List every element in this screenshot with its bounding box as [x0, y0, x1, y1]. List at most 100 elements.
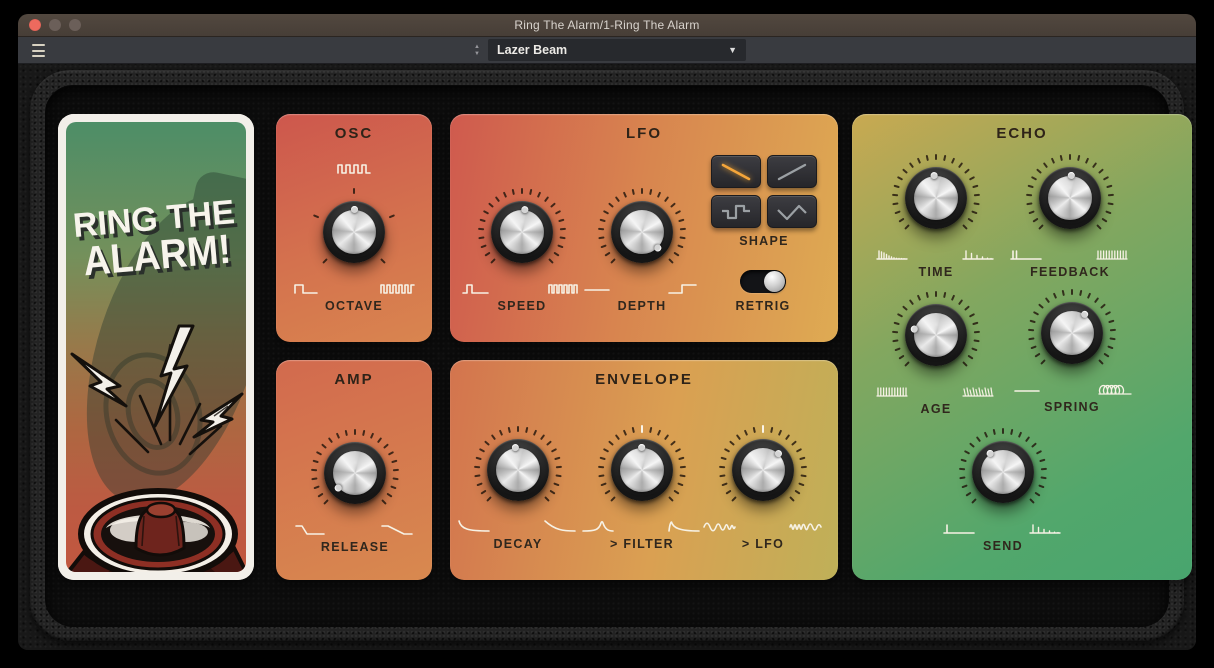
pulse-single-icon [461, 280, 497, 296]
triangle-icon[interactable] [767, 195, 817, 228]
flat-line-icon [581, 280, 617, 296]
envelope-panel: ENVELOPE DECAY > FILTER > LFO [450, 360, 838, 580]
shape-button-group [711, 155, 817, 228]
saw-up-icon[interactable] [767, 155, 817, 188]
release-knob-unit: RELEASE [290, 427, 420, 554]
ramp-peak-icon [581, 518, 617, 534]
minimize-button[interactable] [49, 19, 61, 31]
square-wave-dense-icon [379, 280, 415, 296]
amp-title: AMP [334, 371, 374, 388]
comb-even-icon [1095, 246, 1131, 262]
lfo-amount-label: > LFO [741, 537, 785, 551]
knob-indicator-dot [1067, 171, 1075, 180]
lfo-amount-knob[interactable] [732, 439, 794, 501]
preset-prev-button[interactable]: ▲ [474, 44, 480, 50]
knob-indicator-dot [909, 325, 919, 334]
send-label: SEND [983, 539, 1023, 553]
knob-indicator-dot [333, 483, 344, 494]
release-fast-icon [294, 521, 330, 537]
knob-indicator-dot [1079, 309, 1090, 319]
window-title: Ring The Alarm/1-Ring The Alarm [514, 18, 700, 32]
traffic-lights [29, 14, 81, 36]
preset-selector[interactable]: Lazer Beam ▼ [488, 39, 746, 61]
knob-indicator-dot [520, 205, 529, 214]
depth-knob-unit: DEPTH [577, 186, 707, 313]
decay-label: DECAY [493, 537, 543, 551]
speed-label: SPEED [497, 299, 547, 313]
ticks-decay-sparse-icon [961, 246, 997, 262]
knob-indicator-dot [653, 242, 664, 253]
depth-label: DEPTH [617, 299, 667, 313]
decay-knob[interactable] [487, 439, 549, 501]
zoom-button[interactable] [69, 19, 81, 31]
tick-one-icon [942, 520, 978, 536]
release-slow-icon [380, 521, 416, 537]
decay-slow-icon [543, 518, 579, 534]
echo-panel: ECHO TIME FEEDBACK AGE SPRING SEND [852, 114, 1192, 580]
knob-indicator-dot [984, 448, 995, 459]
toggle-thumb [764, 271, 785, 292]
close-button[interactable] [29, 19, 41, 31]
lfo-title: LFO [626, 125, 662, 142]
retrig-toggle[interactable] [740, 270, 786, 293]
square-wave-icon [336, 160, 372, 176]
spring-knob-unit: SPRING [1007, 287, 1137, 414]
filter-amount-label: > FILTER [610, 537, 674, 551]
square-icon[interactable] [711, 195, 761, 228]
wave-accel-icon [702, 518, 738, 534]
release-knob[interactable] [324, 442, 386, 504]
knob-indicator-dot [510, 443, 519, 452]
spring-knob[interactable] [1041, 302, 1103, 364]
feedback-knob[interactable] [1039, 167, 1101, 229]
comb-rough-icon [961, 383, 997, 399]
ticks-decay-sparse-icon [1028, 520, 1064, 536]
envelope-title: ENVELOPE [595, 371, 693, 388]
saw-down-icon[interactable] [711, 155, 761, 188]
knob-indicator-dot [773, 448, 783, 459]
send-knob-unit: SEND [938, 426, 1068, 553]
toolbar: ▲ ▼ Lazer Beam ▼ [18, 37, 1196, 64]
speed-knob[interactable] [491, 201, 553, 263]
square-wave-wide-icon [293, 280, 329, 296]
echo-title: ECHO [996, 125, 1048, 142]
comb-even-icon [875, 383, 911, 399]
time-label: TIME [918, 265, 954, 279]
wave-dense-icon [788, 518, 824, 534]
flat-line-icon [1011, 381, 1047, 397]
knob-indicator-dot [929, 171, 938, 180]
time-knob-unit: TIME [871, 152, 1001, 279]
titlebar: Ring The Alarm/1-Ring The Alarm [18, 14, 1196, 37]
send-knob[interactable] [972, 441, 1034, 503]
filter-amount-knob-unit: > FILTER [577, 424, 707, 551]
retrig-label: RETRIG [735, 299, 791, 313]
age-knob-unit: AGE [871, 289, 1001, 416]
decay-knob-unit: DECAY [453, 424, 583, 551]
poster-panel: RING THE ALARM! RING THE ALARM! [58, 114, 254, 580]
knob-indicator-dot [350, 206, 358, 213]
time-knob[interactable] [905, 167, 967, 229]
lfo-panel: LFO SPEED DEPTH SHAPE RETRIG [450, 114, 838, 342]
spring-coil-icon [1097, 381, 1133, 397]
megaphone-lightning-illustration: RING THE ALARM! RING THE ALARM! [58, 114, 254, 580]
feedback-knob-unit: FEEDBACK [1005, 152, 1135, 279]
ticks-two-icon [1009, 246, 1045, 262]
depth-knob[interactable] [611, 201, 673, 263]
lfo-amount-knob-unit: > LFO [698, 424, 828, 551]
speed-knob-unit: SPEED [457, 186, 587, 313]
age-label: AGE [920, 402, 952, 416]
hamburger-icon[interactable] [32, 44, 45, 57]
preset-name: Lazer Beam [497, 43, 568, 57]
ticks-decay-dense-icon [875, 246, 911, 262]
osc-title: OSC [334, 125, 374, 142]
octave-knob[interactable] [323, 201, 385, 263]
preset-stepper: ▲ ▼ [470, 38, 484, 63]
step-up-icon [667, 280, 703, 296]
preset-next-button[interactable]: ▼ [474, 51, 480, 57]
shape-label: SHAPE [739, 234, 789, 248]
filter-amount-knob[interactable] [611, 439, 673, 501]
decay-fast-icon [457, 518, 493, 534]
osc-panel: OSC OCTAVE [276, 114, 432, 342]
age-knob[interactable] [905, 304, 967, 366]
chevron-down-icon: ▼ [728, 45, 737, 55]
plugin-body: RING THE ALARM! RING THE ALARM! OSC OCTA… [18, 64, 1196, 650]
